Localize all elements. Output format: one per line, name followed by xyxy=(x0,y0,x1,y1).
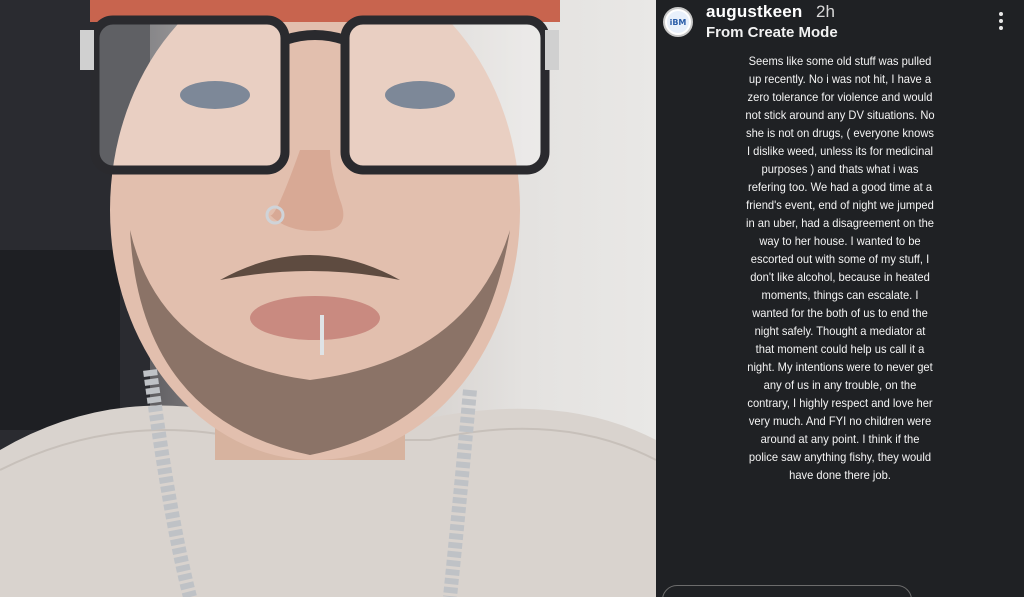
more-vertical-icon[interactable] xyxy=(998,12,1004,30)
story-subtitle: From Create Mode xyxy=(706,24,838,41)
username[interactable]: augustkeen xyxy=(706,2,802,22)
selfie-photo xyxy=(0,0,656,597)
avatar-logo: iBM xyxy=(667,11,689,33)
reply-input[interactable] xyxy=(662,585,912,597)
story-panel: iBM augustkeen 2h From Create Mode Seems… xyxy=(656,0,1024,597)
post-time: 2h xyxy=(816,2,835,21)
story-body-text: Seems like some old stuff was pulled up … xyxy=(745,54,935,482)
selfie-illustration xyxy=(0,0,656,597)
avatar[interactable]: iBM xyxy=(663,7,693,37)
story-header: iBM augustkeen 2h From Create Mode xyxy=(656,0,1024,48)
